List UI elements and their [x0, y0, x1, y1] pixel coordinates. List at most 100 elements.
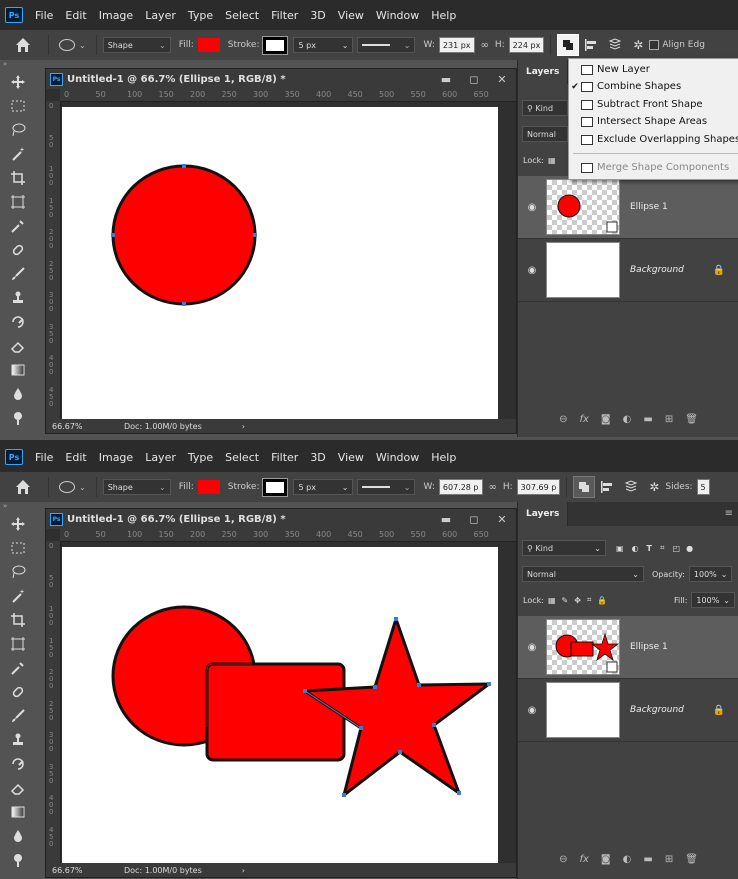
menu-filter[interactable]: Filter — [265, 451, 304, 464]
sides-input[interactable]: 5 — [696, 479, 710, 495]
crop-tool-icon[interactable] — [0, 608, 36, 632]
collapse-chevron-icon[interactable]: » — [0, 502, 36, 512]
filter-toggle-icon[interactable]: ● — [686, 544, 693, 553]
path-anchor[interactable] — [432, 723, 436, 727]
eyedropper-tool-icon[interactable] — [0, 214, 36, 238]
opacity-input[interactable]: 100% ⌄ — [688, 566, 733, 582]
width-input[interactable]: 607.28 p — [438, 479, 483, 495]
layer-row[interactable]: ◉ Ellipse 1 — [518, 176, 738, 239]
rectangle-shape[interactable] — [205, 662, 346, 762]
gradient-tool-icon[interactable] — [0, 358, 36, 382]
layer-row[interactable]: ◉ Background 🔒 — [518, 239, 738, 302]
menu-file[interactable]: File — [29, 451, 59, 464]
trash-icon[interactable]: 🗑 — [685, 414, 698, 425]
gradient-tool-icon[interactable] — [0, 800, 36, 824]
canvas[interactable] — [62, 547, 498, 863]
visibility-eye-icon[interactable]: ◉ — [518, 265, 546, 276]
ellipse-tool-icon[interactable] — [59, 39, 75, 51]
chevron-down-icon[interactable]: ⌄ — [79, 483, 86, 492]
ellipse-tool-icon[interactable] — [59, 481, 75, 493]
stroke-width-input[interactable]: 5 px ⌄ — [293, 479, 354, 495]
link-icon[interactable]: ∞ — [481, 40, 489, 51]
filter-shape-icon[interactable]: ⌗ — [660, 543, 665, 553]
lock-transparent-icon[interactable]: ▦ — [548, 596, 556, 605]
transform-handle[interactable] — [111, 233, 115, 237]
adjustment-layer-icon[interactable]: ◐ — [623, 414, 632, 425]
path-anchor[interactable] — [394, 617, 398, 621]
healing-brush-tool-icon[interactable] — [0, 680, 36, 704]
doc-info[interactable]: Doc: 1.00M/0 bytes — [124, 422, 202, 431]
new-group-icon[interactable]: ▬ — [643, 854, 652, 865]
menu-view[interactable]: View — [332, 451, 370, 464]
stroke-swatch[interactable] — [263, 478, 288, 496]
document-title[interactable]: Untitled-1 @ 66.7% (Ellipse 1, RGB/8) * — [67, 74, 286, 85]
menu-image[interactable]: Image — [93, 9, 139, 22]
link-icon[interactable]: ∞ — [489, 482, 497, 493]
minimize-button[interactable]: ▬ — [432, 69, 460, 89]
visibility-eye-icon[interactable]: ◉ — [518, 705, 546, 716]
lasso-tool-icon[interactable] — [0, 118, 36, 142]
layer-row[interactable]: ◉ Ellipse 1 — [518, 616, 738, 679]
gear-icon[interactable]: ✲ — [649, 480, 659, 494]
maximize-button[interactable]: ◻ — [460, 509, 488, 529]
filter-pixel-icon[interactable]: ▣ — [616, 544, 624, 553]
new-layer-icon[interactable]: ⊞ — [665, 854, 673, 865]
path-alignment-icon[interactable] — [584, 38, 598, 52]
path-anchor[interactable] — [373, 685, 377, 689]
marquee-tool-icon[interactable] — [0, 94, 36, 118]
menu-item-exclude-overlapping-shapes[interactable]: Exclude Overlapping Shapes — [569, 131, 738, 148]
canvas[interactable] — [62, 107, 498, 419]
lasso-tool-icon[interactable] — [0, 560, 36, 584]
stroke-swatch[interactable] — [263, 36, 288, 54]
lock-artboard-icon[interactable]: ⌗ — [587, 595, 592, 605]
menu-window[interactable]: Window — [370, 9, 425, 22]
fill-swatch[interactable] — [197, 480, 220, 494]
menu-3d[interactable]: 3D — [304, 9, 331, 22]
link-layers-icon[interactable]: ⊖ — [559, 414, 567, 425]
blend-mode-select[interactable]: Normal — [522, 126, 568, 142]
close-button[interactable]: ✕ — [488, 509, 516, 529]
menu-help[interactable]: Help — [425, 9, 462, 22]
path-anchor[interactable] — [359, 726, 363, 730]
path-operations-button[interactable] — [557, 34, 580, 56]
path-operations-button[interactable] — [573, 476, 596, 498]
path-anchor[interactable] — [487, 682, 491, 686]
tool-mode-select[interactable]: Shape ⌄ — [102, 37, 171, 53]
link-layers-icon[interactable]: ⊖ — [559, 854, 567, 865]
menu-type[interactable]: Type — [182, 9, 219, 22]
brush-tool-icon[interactable] — [0, 262, 36, 286]
fill-input[interactable]: 100% ⌄ — [691, 592, 735, 608]
menu-3d[interactable]: 3D — [304, 451, 331, 464]
menu-item-combine-shapes[interactable]: ✔ Combine Shapes — [569, 78, 738, 95]
lock-transparent-icon[interactable]: ▦ — [548, 156, 556, 165]
history-brush-tool-icon[interactable] — [0, 752, 36, 776]
blur-tool-icon[interactable] — [0, 382, 36, 406]
clone-stamp-tool-icon[interactable] — [0, 728, 36, 752]
close-button[interactable]: ✕ — [488, 69, 516, 89]
path-anchor[interactable] — [303, 689, 307, 693]
menu-layer[interactable]: Layer — [139, 451, 182, 464]
menu-file[interactable]: File — [29, 9, 59, 22]
stroke-type-select[interactable]: ⌄ — [357, 479, 416, 495]
menu-window[interactable]: Window — [370, 451, 425, 464]
eraser-tool-icon[interactable] — [0, 776, 36, 800]
star-shape[interactable] — [303, 617, 491, 797]
add-mask-icon[interactable]: ◙ — [601, 414, 611, 425]
visibility-eye-icon[interactable]: ◉ — [518, 642, 546, 653]
status-arrow-icon[interactable]: › — [242, 422, 245, 431]
new-group-icon[interactable]: ▬ — [643, 414, 652, 425]
menu-edit[interactable]: Edit — [59, 451, 92, 464]
history-brush-tool-icon[interactable] — [0, 310, 36, 334]
tab-layers[interactable]: Layers — [518, 502, 569, 526]
align-edges-checkbox[interactable] — [649, 40, 660, 50]
menu-filter[interactable]: Filter — [265, 9, 304, 22]
menu-item-new-layer[interactable]: New Layer — [569, 61, 738, 78]
chevron-down-icon[interactable]: ⌄ — [79, 41, 86, 50]
path-anchor[interactable] — [417, 683, 421, 687]
kind-filter-select[interactable]: ⚲ Kind — [522, 100, 568, 116]
menu-view[interactable]: View — [332, 9, 370, 22]
path-anchor[interactable] — [398, 750, 402, 754]
layer-row[interactable]: ◉ Background 🔒 — [518, 679, 738, 742]
marquee-tool-icon[interactable] — [0, 536, 36, 560]
filter-adjustment-icon[interactable]: ◐ — [632, 544, 639, 553]
